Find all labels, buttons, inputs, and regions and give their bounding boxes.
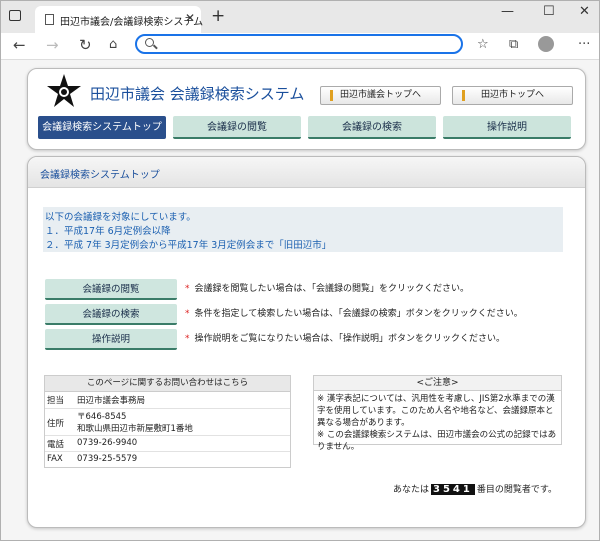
- site-title: 田辺市議会 会議録検索システム: [90, 85, 305, 103]
- city-emblem-icon: [47, 74, 81, 107]
- intro-line: 以下の会議録を対象にしています。: [45, 212, 196, 223]
- tab-strip: 田辺市議会/会議録検索システム ✕ + — ☐ ✕: [1, 1, 599, 33]
- table-row: 住所 〒646-8545 和歌山県田辺市新屋敷町1番地: [45, 409, 290, 436]
- link-marker-icon: [330, 90, 333, 101]
- table-row: 担当 田辺市議会事務局: [45, 392, 290, 409]
- back-icon[interactable]: ←: [13, 36, 26, 54]
- bullet-icon: *: [185, 284, 190, 294]
- table-row: FAX 0739-25-5579: [47, 454, 138, 464]
- intro-line: １．平成17年 6月定例会以降: [45, 226, 171, 237]
- more-menu-icon[interactable]: ···: [578, 37, 590, 52]
- forward-icon[interactable]: →: [46, 36, 59, 54]
- notice-text: ※ この会議録検索システムは、田辺市議会の公式の記録ではありません。: [317, 430, 557, 452]
- notice-body: ※ 漢字表記については、汎用性を考慮し、JIS第2水準までの漢字を使用しています…: [314, 391, 561, 455]
- notice-box: <ご注意> ※ 漢字表記については、汎用性を考慮し、JIS第2水準までの漢字を使…: [313, 375, 562, 452]
- main-content: 会議録検索システムトップ 以下の会議録を対象にしています。 １．平成17年 6月…: [27, 156, 586, 528]
- bullet-icon: *: [185, 309, 190, 319]
- page-icon: [45, 14, 54, 25]
- refresh-icon[interactable]: ↻: [79, 36, 92, 54]
- bullet-icon: *: [185, 334, 190, 344]
- new-tab-button[interactable]: +: [211, 6, 225, 26]
- maximize-icon[interactable]: ☐: [543, 4, 555, 19]
- intro-box: 以下の会議録を対象にしています。 １．平成17年 6月定例会以降 ２．平成 7年…: [43, 207, 563, 252]
- search-icon: [145, 38, 154, 47]
- address-bar[interactable]: [135, 34, 463, 54]
- web-page: 田辺市議会 会議録検索システム 田辺市議会トップへ 田辺市トップへ 会議録検索シ…: [1, 60, 599, 540]
- search-description: * 条件を指定して検索したい場合は、「会議録の検索」ボタンをクリックください。: [185, 309, 523, 319]
- tab-search-minutes[interactable]: 会議録の検索: [308, 116, 436, 139]
- browse-description: * 会議録を閲覧したい場合は、「会議録の閲覧」をクリックください。: [185, 284, 470, 294]
- content-title: 会議録検索システムトップ: [40, 170, 160, 181]
- close-window-icon[interactable]: ✕: [579, 4, 590, 19]
- browse-minutes-button[interactable]: 会議録の閲覧: [45, 279, 177, 300]
- notice-heading: <ご注意>: [314, 376, 561, 391]
- tab-system-top[interactable]: 会議録検索システムトップ: [38, 116, 166, 139]
- visitor-counter: あなたは 3541 番目の閲覧者です。: [393, 484, 557, 495]
- close-tab-icon[interactable]: ✕: [185, 11, 195, 25]
- table-row: 電話 0739-26-9940: [45, 436, 290, 452]
- instructions-description: * 操作説明をご覧になりたい場合は、「操作説明」ボタンをクリックください。: [185, 334, 506, 344]
- tab-instructions[interactable]: 操作説明: [443, 116, 571, 139]
- browser-window: 田辺市議会/会議録検索システム ✕ + — ☐ ✕ ← → ↻ ⌂ ☆ ⧉ ··…: [0, 0, 600, 541]
- city-top-link[interactable]: 田辺市トップへ: [452, 86, 573, 105]
- search-minutes-button[interactable]: 会議録の検索: [45, 304, 177, 325]
- navigation-bar: ← → ↻ ⌂ ☆ ⧉ ···: [1, 33, 599, 60]
- tab-title: 田辺市議会/会議録検索システム: [60, 17, 204, 28]
- home-icon[interactable]: ⌂: [109, 37, 117, 52]
- minimize-icon[interactable]: —: [501, 4, 514, 19]
- contact-table: このページに関するお問い合わせはこちら 担当 田辺市議会事務局 住所 〒646-…: [44, 375, 291, 468]
- link-marker-icon: [462, 90, 465, 101]
- council-top-link[interactable]: 田辺市議会トップへ: [320, 86, 441, 105]
- contact-heading: このページに関するお問い合わせはこちら: [45, 376, 290, 392]
- tab-browse-minutes[interactable]: 会議録の閲覧: [173, 116, 301, 139]
- content-title-bar: 会議録検索システムトップ: [28, 157, 585, 188]
- profile-avatar[interactable]: [538, 36, 554, 52]
- visitor-count: 3541: [431, 484, 475, 495]
- favorites-icon[interactable]: ☆: [477, 37, 489, 52]
- instructions-button[interactable]: 操作説明: [45, 329, 177, 350]
- intro-line: ２．平成 7年 3月定例会から平成17年 3月定例会まで「旧田辺市」: [45, 240, 332, 251]
- site-header: 田辺市議会 会議録検索システム 田辺市議会トップへ 田辺市トップへ 会議録検索シ…: [27, 68, 586, 150]
- collections-icon[interactable]: ⧉: [509, 37, 518, 52]
- browser-tab[interactable]: 田辺市議会/会議録検索システム ✕: [35, 6, 204, 33]
- notice-text: ※ 漢字表記については、汎用性を考慮し、JIS第2水準までの漢字を使用しています…: [317, 394, 555, 428]
- tab-actions-icon[interactable]: [9, 10, 21, 21]
